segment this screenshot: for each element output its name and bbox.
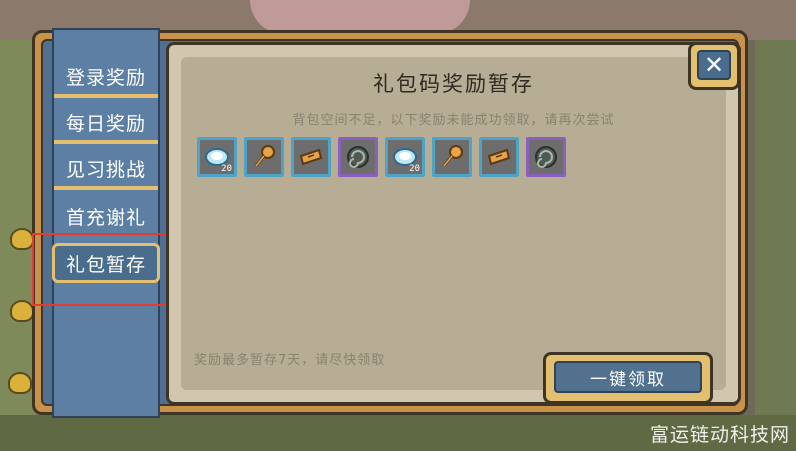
reward-item-slot[interactable]: 20 bbox=[197, 137, 237, 177]
ticket-icon bbox=[299, 148, 323, 166]
annotation-highlight-box bbox=[32, 233, 183, 306]
key-icon bbox=[442, 145, 463, 167]
background-blossom-tree bbox=[250, 0, 470, 34]
reward-item-slot[interactable] bbox=[432, 137, 472, 177]
reward-item-slot[interactable] bbox=[244, 137, 284, 177]
key-icon bbox=[254, 145, 275, 167]
claim-all-label: 一键领取 bbox=[590, 369, 666, 390]
background-grass-right bbox=[755, 40, 796, 451]
reward-item-slot[interactable] bbox=[479, 137, 519, 177]
content-panel-inner bbox=[181, 57, 726, 390]
critter-sprite bbox=[10, 300, 34, 322]
ticket-icon bbox=[487, 148, 511, 166]
tab-daily-reward[interactable]: 每日奖励 bbox=[54, 104, 158, 144]
tab-first-recharge[interactable]: 首充谢礼 bbox=[54, 196, 158, 236]
page-title: 礼包码奖励暂存 bbox=[373, 72, 534, 96]
watermark-text: 富运链动科技网 bbox=[649, 424, 790, 446]
tab-trainee-challenge[interactable]: 见习挑战 bbox=[54, 150, 158, 190]
item-count: 20 bbox=[409, 164, 420, 174]
reward-item-slot[interactable] bbox=[291, 137, 331, 177]
close-icon: ✕ bbox=[697, 50, 731, 80]
tab-label: 登录奖励 bbox=[65, 66, 146, 89]
item-count: 20 bbox=[221, 164, 232, 174]
storage-expiry-note: 奖励最多暂存7天，请尽快领取 bbox=[194, 353, 386, 368]
critter-sprite bbox=[10, 228, 34, 250]
close-button[interactable]: ✕ bbox=[688, 42, 740, 90]
claim-all-button[interactable]: 一键领取 bbox=[543, 352, 713, 404]
claim-all-button-face: 一键领取 bbox=[554, 361, 702, 393]
spiral-icon bbox=[347, 146, 369, 168]
tab-label: 见习挑战 bbox=[65, 158, 146, 181]
spiral-icon bbox=[535, 146, 557, 168]
reward-item-list: 20 20 bbox=[197, 137, 566, 181]
page-subtitle: 背包空间不足，以下奖励未能成功领取，请再次尝试 bbox=[292, 113, 615, 128]
reward-item-slot[interactable] bbox=[338, 137, 378, 177]
reward-sidebar: 登录奖励 每日奖励 见习挑战 首充谢礼 bbox=[52, 28, 160, 418]
tab-label: 每日奖励 bbox=[65, 112, 146, 135]
tab-label: 首充谢礼 bbox=[65, 206, 146, 229]
critter-sprite bbox=[8, 372, 32, 394]
reward-item-slot[interactable] bbox=[526, 137, 566, 177]
reward-item-slot[interactable]: 20 bbox=[385, 137, 425, 177]
tab-login-reward[interactable]: 登录奖励 bbox=[54, 58, 158, 98]
